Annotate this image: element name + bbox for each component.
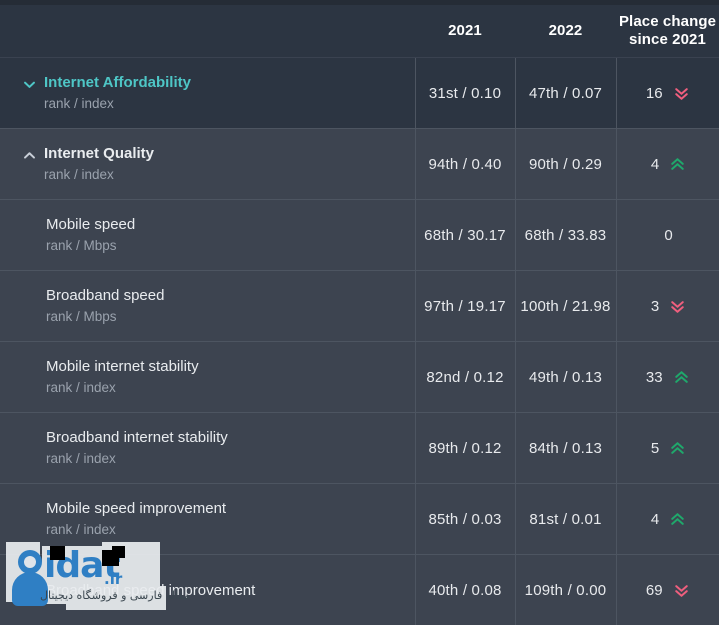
value-2022: 90th / 0.29 <box>515 129 616 200</box>
place-change-cell: 3 <box>616 271 719 342</box>
table-row: Broadband speed improvement 40th / 0.0810… <box>0 555 719 625</box>
table-row: Mobile internet stability rank / index 82n… <box>0 342 719 413</box>
metric-name-cell[interactable]: Internet Affordability rank / index <box>0 58 415 129</box>
header-2021[interactable]: 2021 <box>415 5 515 58</box>
header-metric <box>0 5 415 58</box>
value-2021: 85th / 0.03 <box>415 484 515 555</box>
metric-title: Mobile speed <box>46 217 135 232</box>
double-chevron-up-icon <box>673 369 690 386</box>
value-2021: 68th / 30.17 <box>415 200 515 271</box>
place-change-value: 69 <box>646 582 663 599</box>
metric-name-cell: Broadband speed rank / Mbps <box>0 271 415 342</box>
place-change-cell: 16 <box>616 58 719 129</box>
place-change-value: 16 <box>646 85 663 102</box>
table-row: Mobile speed rank / Mbps 68th / 30.1768th … <box>0 200 719 271</box>
table-row: Broadband speed rank / Mbps 97th / 19.1710… <box>0 271 719 342</box>
value-2021: 89th / 0.12 <box>415 413 515 484</box>
place-change-value: 4 <box>649 156 659 173</box>
metric-title: Broadband internet stability <box>46 430 228 445</box>
metric-subtitle: rank / index <box>46 452 228 466</box>
value-2022: 84th / 0.13 <box>515 413 616 484</box>
double-chevron-up-icon <box>669 511 686 528</box>
double-chevron-up-icon <box>669 156 686 173</box>
value-2021: 40th / 0.08 <box>415 555 515 625</box>
place-change-value: 33 <box>646 369 663 386</box>
country-metrics-table: 2021 2022 Place change since 2021 Intern… <box>0 5 719 625</box>
header-row: 2021 2022 Place change since 2021 <box>0 5 719 58</box>
header-place-change-line1: Place change <box>616 13 719 31</box>
value-2022: 109th / 0.00 <box>515 555 616 625</box>
metric-subtitle: rank / index <box>44 97 191 111</box>
value-2021: 94th / 0.40 <box>415 129 515 200</box>
table-body: Internet Affordability rank / index 31st /… <box>0 58 719 625</box>
table-row: Mobile speed improvement rank / index 85th… <box>0 484 719 555</box>
header-place-change-line2: since 2021 <box>616 31 719 49</box>
metric-subtitle: rank / index <box>46 381 199 395</box>
table-header: 2021 2022 Place change since 2021 <box>0 5 719 58</box>
double-chevron-down-icon <box>669 298 686 315</box>
metric-name-cell: Broadband speed improvement <box>0 555 415 625</box>
place-change-cell: 4 <box>616 484 719 555</box>
value-2022: 49th / 0.13 <box>515 342 616 413</box>
header-2022[interactable]: 2022 <box>515 5 616 58</box>
value-2022: 81st / 0.01 <box>515 484 616 555</box>
metric-name-cell[interactable]: Internet Quality rank / index <box>0 129 415 200</box>
value-2021: 82nd / 0.12 <box>415 342 515 413</box>
metric-name-cell: Broadband internet stability rank / index <box>0 413 415 484</box>
metric-title: Broadband speed <box>46 288 164 303</box>
place-change-cell: 33 <box>616 342 719 413</box>
metric-subtitle: rank / Mbps <box>46 239 135 253</box>
place-change-cell: 0 <box>616 200 719 271</box>
value-2021: 31st / 0.10 <box>415 58 515 129</box>
metric-subtitle: rank / index <box>46 523 226 537</box>
place-change-value: 3 <box>649 298 659 315</box>
metric-name-cell: Mobile speed rank / Mbps <box>0 200 415 271</box>
chevron-down-icon[interactable] <box>22 75 44 92</box>
metric-title: Internet Quality <box>44 146 154 161</box>
metric-title: Internet Affordability <box>44 75 191 90</box>
metric-name-cell: Mobile internet stability rank / index <box>0 342 415 413</box>
place-change-value: 4 <box>649 511 659 528</box>
value-2022: 100th / 21.98 <box>515 271 616 342</box>
metric-subtitle: rank / index <box>44 168 154 182</box>
table-row: Broadband internet stability rank / index… <box>0 413 719 484</box>
double-chevron-up-icon <box>669 440 686 457</box>
value-2022: 47th / 0.07 <box>515 58 616 129</box>
metric-name-cell: Mobile speed improvement rank / index <box>0 484 415 555</box>
place-change-cell: 69 <box>616 555 719 625</box>
double-chevron-down-icon <box>673 582 690 599</box>
place-change-cell: 4 <box>616 129 719 200</box>
place-change-cell: 5 <box>616 413 719 484</box>
metric-title: Mobile speed improvement <box>46 501 226 516</box>
metric-subtitle: rank / Mbps <box>46 310 164 324</box>
value-2021: 97th / 19.17 <box>415 271 515 342</box>
table-row[interactable]: Internet Quality rank / index 94th / 0.409… <box>0 129 719 200</box>
value-2022: 68th / 33.83 <box>515 200 616 271</box>
place-change-value: 5 <box>649 440 659 457</box>
header-place-change[interactable]: Place change since 2021 <box>616 5 719 58</box>
chevron-up-icon[interactable] <box>22 146 44 163</box>
double-chevron-down-icon <box>673 85 690 102</box>
metric-title: Broadband speed improvement <box>46 583 255 598</box>
table-row[interactable]: Internet Affordability rank / index 31st /… <box>0 58 719 129</box>
metric-title: Mobile internet stability <box>46 359 199 374</box>
place-change-value: 0 <box>663 227 673 244</box>
